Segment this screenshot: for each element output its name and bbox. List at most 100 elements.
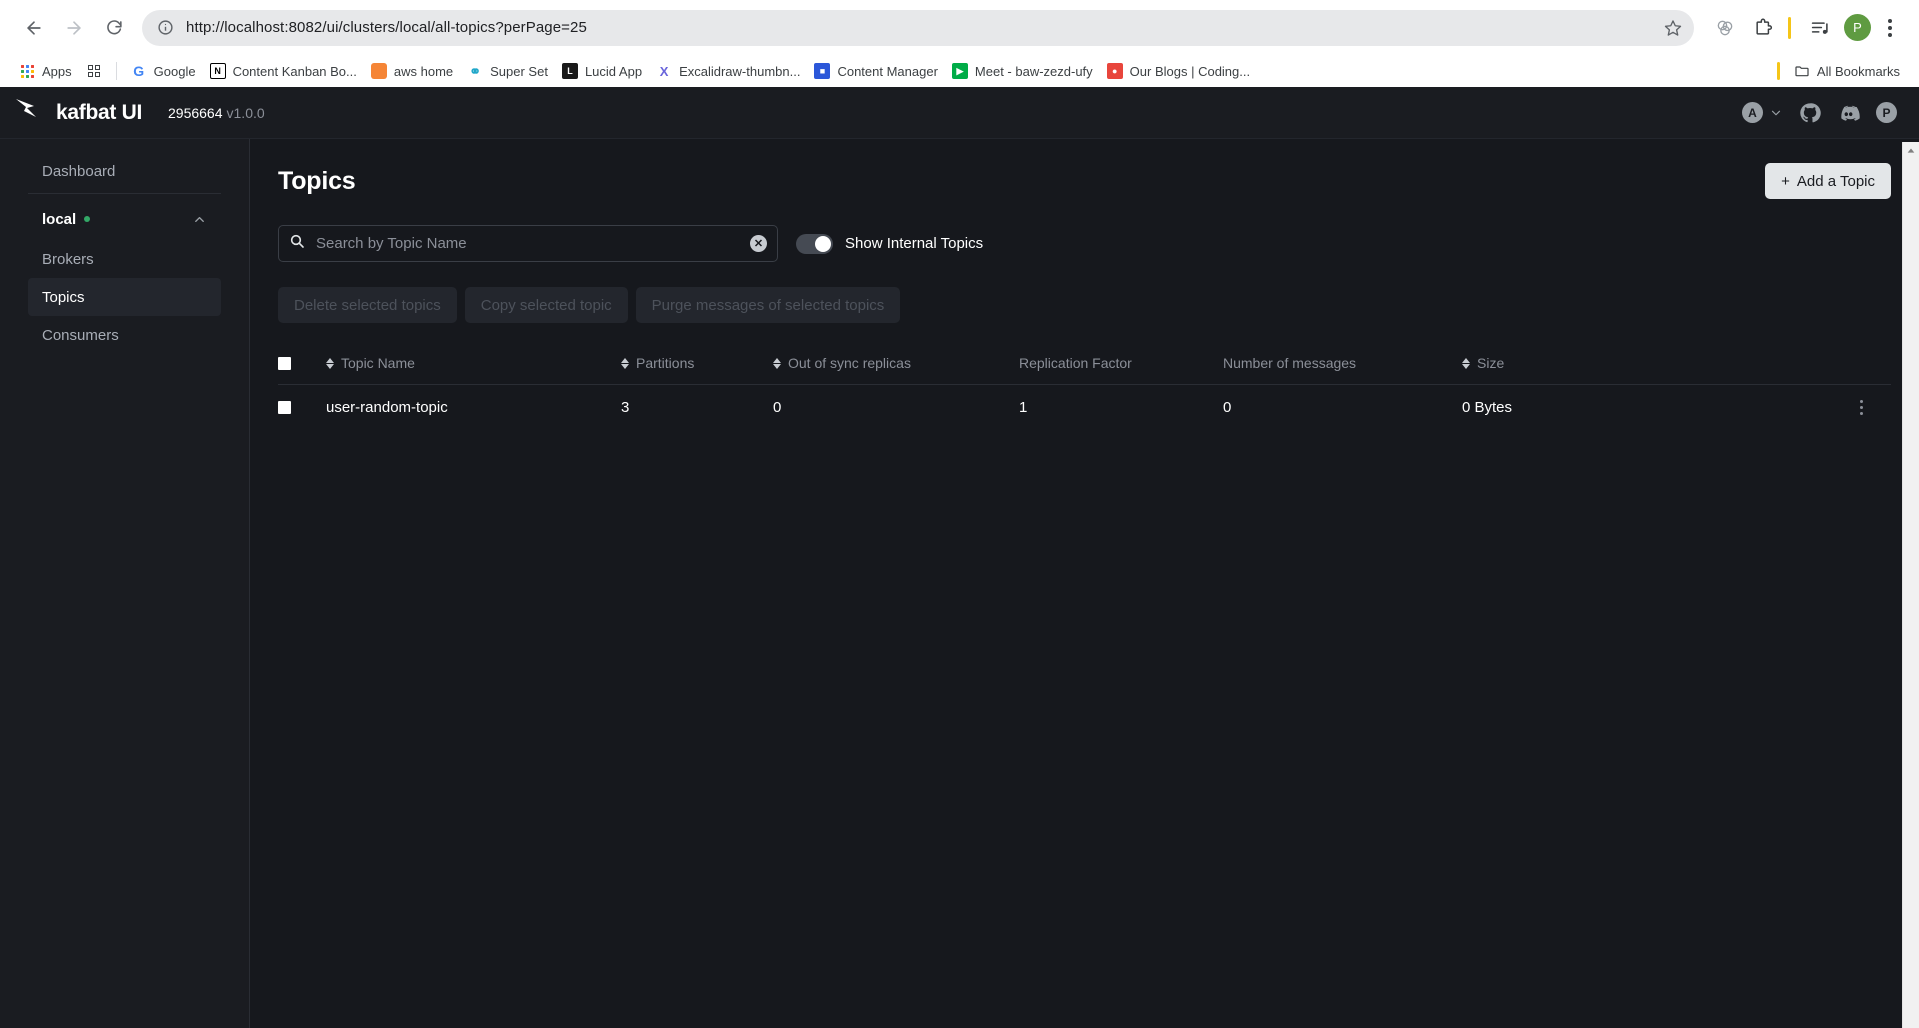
reload-icon[interactable] — [94, 8, 134, 48]
sort-icon[interactable] — [773, 357, 781, 369]
chrome-share-icon[interactable] — [1708, 11, 1742, 45]
chrome-menu-icon[interactable] — [1875, 11, 1905, 45]
bulk-actions-row: Delete selected topics Copy selected top… — [278, 287, 1891, 323]
search-box[interactable]: ✕ — [278, 225, 778, 262]
column-label: Out of sync replicas — [788, 355, 911, 371]
sidebar-item-consumers[interactable]: Consumers — [28, 316, 221, 354]
bookmark-aws-home[interactable]: aws home — [364, 59, 460, 83]
search-input[interactable] — [314, 234, 741, 253]
cell-topic-name[interactable]: user-random-topic — [326, 385, 621, 431]
bookmark-content-kanban-board[interactable]: N Content Kanban Bo... — [203, 59, 364, 83]
column-label: Topic Name — [341, 355, 415, 371]
bookmark-app-grid-toggle[interactable] — [79, 59, 109, 83]
user-profile-avatar[interactable]: P — [1876, 102, 1897, 123]
purge-messages-button[interactable]: Purge messages of selected topics — [635, 287, 901, 323]
build-number: 2956664 — [168, 104, 223, 121]
column-number-of-messages: Number of messages — [1223, 345, 1462, 385]
row-checkbox[interactable] — [278, 401, 291, 414]
column-label: Number of messages — [1223, 355, 1357, 371]
brand[interactable]: kafbat UI — [14, 97, 142, 128]
github-icon[interactable] — [1799, 102, 1821, 124]
bookmark-star-icon[interactable] — [1658, 13, 1688, 43]
sidebar: Dashboard local Brokers Topics Consumers — [0, 139, 250, 1028]
column-size[interactable]: Size — [1462, 345, 1831, 385]
sidebar-item-topics[interactable]: Topics — [28, 278, 221, 316]
account-menu[interactable]: A — [1742, 102, 1783, 123]
bookmark-excalidraw-thumbnail[interactable]: X Excalidraw-thumbn... — [649, 59, 807, 83]
cell-partitions: 3 — [621, 399, 630, 416]
chevron-down-icon — [1771, 110, 1781, 115]
bookmark-apps[interactable]: Apps — [12, 59, 79, 83]
google-icon: G — [133, 63, 145, 79]
url-text[interactable]: http://localhost:8082/ui/clusters/local/… — [178, 19, 1658, 36]
column-out-of-sync-replicas[interactable]: Out of sync replicas — [773, 345, 1019, 385]
bookmark-content-manager[interactable]: ■ Content Manager — [807, 59, 944, 83]
copy-selected-topic-button[interactable]: Copy selected topic — [464, 287, 628, 323]
column-partitions[interactable]: Partitions — [621, 345, 773, 385]
bookmarks-right-divider — [1776, 62, 1780, 80]
filter-row: ✕ Show Internal Topics — [278, 225, 1891, 262]
topics-table-body: user-random-topic 3 0 1 0 0 Bytes — [278, 385, 1891, 431]
all-bookmarks-button[interactable]: All Bookmarks — [1787, 59, 1907, 83]
main-content: Topics + Add a Topic ✕ — [250, 139, 1919, 1028]
page-scrollbar[interactable] — [1902, 142, 1919, 1028]
content-manager-icon: ■ — [814, 63, 831, 79]
extensions-icon[interactable] — [1746, 11, 1780, 45]
column-label: Partitions — [636, 355, 695, 371]
row-menu-icon[interactable] — [1831, 400, 1891, 415]
bookmark-divider — [115, 62, 117, 80]
chevron-up-icon[interactable] — [192, 212, 207, 227]
profile-avatar[interactable]: P — [1844, 14, 1871, 41]
google-meet-icon: ▶ — [951, 63, 968, 79]
bookmark-super-set[interactable]: ⚭ Super Set — [460, 59, 555, 83]
bookmark-google-meet[interactable]: ▶ Meet - baw-zezd-ufy — [945, 59, 1100, 83]
cell-size: 0 Bytes — [1462, 399, 1513, 416]
version-number: v1.0.0 — [226, 104, 265, 121]
version-info: 2956664 v1.0.0 — [168, 105, 265, 121]
select-all-checkbox[interactable] — [278, 356, 291, 370]
sidebar-item-label: Consumers — [42, 326, 119, 344]
discord-icon[interactable] — [1837, 101, 1860, 124]
sidebar-item-label: Topics — [42, 288, 85, 306]
show-internal-topics-toggle[interactable] — [796, 233, 833, 254]
reading-list-icon[interactable] — [1803, 11, 1837, 45]
site-info-icon[interactable] — [152, 15, 178, 41]
sidebar-item-brokers[interactable]: Brokers — [28, 240, 221, 278]
column-topic-name[interactable]: Topic Name — [326, 345, 621, 385]
superset-icon: ⚭ — [469, 62, 481, 79]
sort-icon[interactable] — [326, 357, 334, 369]
bookmark-label: aws home — [393, 63, 454, 79]
apps-grid-icon — [19, 63, 35, 79]
excalidraw-icon: X — [659, 63, 669, 79]
bookmark-google[interactable]: G Google — [124, 59, 203, 83]
sidebar-cluster-local[interactable]: local — [28, 198, 221, 240]
address-bar[interactable]: http://localhost:8082/ui/clusters/local/… — [142, 9, 1694, 46]
bookmark-lucid-app[interactable]: L Lucid App — [555, 59, 649, 83]
aws-icon — [370, 63, 387, 79]
table-row[interactable]: user-random-topic 3 0 1 0 0 Bytes — [278, 385, 1891, 431]
forward-icon[interactable] — [54, 8, 94, 48]
sidebar-item-label: Dashboard — [42, 162, 116, 180]
add-topic-button[interactable]: + Add a Topic — [1765, 163, 1891, 199]
sidebar-top-section: Dashboard — [28, 151, 221, 194]
delete-selected-topics-button[interactable]: Delete selected topics — [278, 287, 457, 323]
sort-icon[interactable] — [621, 357, 629, 369]
column-replication-factor: Replication Factor — [1019, 345, 1223, 385]
sort-icon[interactable] — [1462, 357, 1470, 369]
bookmark-label: Content Manager — [837, 63, 938, 79]
account-avatar[interactable]: A — [1742, 102, 1763, 123]
back-icon[interactable] — [14, 8, 54, 48]
scroll-up-icon[interactable] — [1903, 142, 1919, 159]
kafbat-logo-icon — [14, 97, 44, 128]
show-internal-topics-toggle-wrap: Show Internal Topics — [796, 233, 983, 254]
bookmark-our-blogs-coding[interactable]: ● Our Blogs | Coding... — [1100, 59, 1257, 83]
lucid-icon: L — [561, 63, 578, 79]
app-header: kafbat UI 2956664 v1.0.0 A P — [0, 87, 1919, 139]
browser-toolbar: http://localhost:8082/ui/clusters/local/… — [0, 0, 1919, 55]
search-icon — [289, 233, 305, 254]
bookmark-label: Apps — [42, 63, 72, 79]
clear-search-icon[interactable]: ✕ — [750, 235, 767, 252]
bookmark-label: Excalidraw-thumbn... — [679, 63, 801, 79]
sidebar-item-label: Brokers — [42, 250, 94, 268]
sidebar-item-dashboard[interactable]: Dashboard — [28, 151, 221, 191]
